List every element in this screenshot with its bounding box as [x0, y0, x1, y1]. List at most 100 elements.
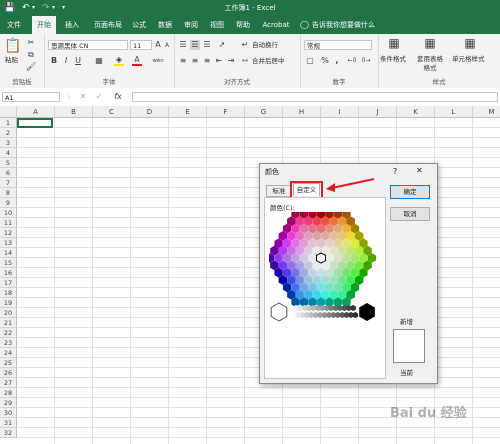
- row-header-1[interactable]: 1: [0, 118, 17, 128]
- align-middle-icon[interactable]: ☰: [190, 40, 200, 50]
- tab-home[interactable]: 开始: [32, 16, 56, 34]
- conditional-format-button[interactable]: 条件格式: [380, 55, 406, 64]
- column-header-a[interactable]: A: [17, 106, 55, 118]
- format-painter-icon[interactable]: 🖌: [26, 62, 36, 72]
- row-header-31[interactable]: 31: [0, 418, 17, 428]
- decrease-indent-icon[interactable]: ⇤: [214, 56, 224, 66]
- white-swatch[interactable]: [270, 302, 288, 322]
- tab-help[interactable]: 帮助: [232, 16, 254, 34]
- font-color-button[interactable]: A: [132, 56, 142, 66]
- merge-center-button[interactable]: 合并后居中: [252, 57, 285, 66]
- conditional-format-icon[interactable]: ▦: [386, 37, 402, 52]
- tab-data[interactable]: 数据: [154, 16, 176, 34]
- row-header-25[interactable]: 25: [0, 358, 17, 368]
- row-header-11[interactable]: 11: [0, 218, 17, 228]
- column-header-m[interactable]: M: [473, 106, 500, 118]
- row-header-10[interactable]: 10: [0, 208, 17, 218]
- row-header-22[interactable]: 22: [0, 328, 17, 338]
- tab-file[interactable]: 文件: [2, 16, 26, 34]
- fill-color-icon[interactable]: ◈: [114, 56, 124, 66]
- row-header-2[interactable]: 2: [0, 128, 17, 138]
- align-bottom-icon[interactable]: ☰: [202, 40, 212, 50]
- tab-formulas[interactable]: 公式: [128, 16, 150, 34]
- tab-standard[interactable]: 标准: [266, 185, 292, 197]
- tab-page-layout[interactable]: 页面布局: [88, 16, 128, 34]
- column-header-h[interactable]: H: [283, 106, 321, 118]
- row-header-21[interactable]: 21: [0, 318, 17, 328]
- row-header-32[interactable]: 32: [0, 428, 17, 438]
- row-header-8[interactable]: 8: [0, 188, 17, 198]
- phonetic-icon[interactable]: wén: [150, 56, 166, 66]
- increase-indent-icon[interactable]: ⇥: [226, 56, 236, 66]
- column-header-k[interactable]: K: [397, 106, 435, 118]
- row-header-3[interactable]: 3: [0, 138, 17, 148]
- grow-font-icon[interactable]: A: [154, 40, 162, 50]
- row-header-4[interactable]: 4: [0, 148, 17, 158]
- merge-icon[interactable]: ⇿: [240, 56, 250, 66]
- formula-input[interactable]: [132, 92, 498, 102]
- grayscale-swatches[interactable]: [269, 300, 383, 324]
- borders-icon[interactable]: ▦: [94, 56, 104, 66]
- font-name-select[interactable]: 思源黑体 CN: [48, 40, 128, 50]
- row-header-6[interactable]: 6: [0, 168, 17, 178]
- align-left-icon[interactable]: ≡: [178, 56, 188, 66]
- column-header-l[interactable]: L: [435, 106, 473, 118]
- tab-review[interactable]: 审阅: [180, 16, 202, 34]
- column-header-b[interactable]: B: [55, 106, 93, 118]
- wrap-text-icon[interactable]: ↵: [240, 40, 250, 50]
- paste-button[interactable]: 粘贴: [5, 56, 18, 65]
- column-header-g[interactable]: G: [245, 106, 283, 118]
- row-header-16[interactable]: 16: [0, 268, 17, 278]
- underline-button[interactable]: U: [74, 56, 82, 66]
- help-button[interactable]: ?: [393, 167, 397, 176]
- format-as-table-icon[interactable]: ▦: [422, 37, 438, 52]
- percent-button[interactable]: %: [320, 56, 330, 66]
- align-center-icon[interactable]: ≡: [190, 56, 200, 66]
- row-header-27[interactable]: 27: [0, 378, 17, 388]
- color-honeycomb[interactable]: [269, 212, 383, 308]
- italic-button[interactable]: I: [62, 56, 70, 66]
- row-header-30[interactable]: 30: [0, 408, 17, 418]
- select-all-corner[interactable]: [0, 106, 17, 118]
- tell-me-search[interactable]: 告诉我你想要做什么: [312, 20, 375, 30]
- font-size-select[interactable]: 11: [130, 40, 152, 50]
- row-header-28[interactable]: 28: [0, 388, 17, 398]
- name-box[interactable]: A1: [2, 92, 60, 102]
- row-header-26[interactable]: 26: [0, 368, 17, 378]
- row-header-5[interactable]: 5: [0, 158, 17, 168]
- wrap-text-button[interactable]: 自动换行: [252, 41, 278, 50]
- enter-icon[interactable]: ✓: [94, 92, 104, 102]
- paste-icon[interactable]: 📋: [4, 38, 21, 54]
- row-header-19[interactable]: 19: [0, 298, 17, 308]
- column-header-i[interactable]: I: [321, 106, 359, 118]
- row-header-7[interactable]: 7: [0, 178, 17, 188]
- gray-swatch[interactable]: [352, 311, 359, 319]
- row-header-23[interactable]: 23: [0, 338, 17, 348]
- format-as-table-button[interactable]: 套用表格格式: [414, 55, 446, 73]
- shrink-font-icon[interactable]: A: [163, 41, 171, 51]
- tab-insert[interactable]: 插入: [60, 16, 84, 34]
- bold-button[interactable]: B: [50, 56, 58, 66]
- active-cell-a1[interactable]: [17, 118, 53, 128]
- column-header-e[interactable]: E: [169, 106, 207, 118]
- cut-icon[interactable]: ✂: [26, 38, 36, 48]
- row-header-14[interactable]: 14: [0, 248, 17, 258]
- ok-button[interactable]: 确定: [390, 185, 430, 199]
- cell-styles-icon[interactable]: ▦: [462, 37, 478, 52]
- number-format-select[interactable]: 常规: [304, 40, 372, 50]
- tab-acrobat[interactable]: Acrobat: [260, 16, 292, 34]
- comma-button[interactable]: ,: [332, 56, 342, 66]
- column-header-c[interactable]: C: [93, 106, 131, 118]
- accounting-format-icon[interactable]: ▢: [304, 56, 316, 66]
- copy-icon[interactable]: ⧉: [26, 50, 36, 60]
- close-button[interactable]: ✕: [416, 166, 423, 175]
- decrease-decimal-icon[interactable]: 0→: [360, 56, 372, 66]
- row-header-13[interactable]: 13: [0, 238, 17, 248]
- cancel-button[interactable]: 取消: [390, 207, 430, 221]
- row-header-29[interactable]: 29: [0, 398, 17, 408]
- cell-styles-button[interactable]: 单元格样式: [452, 55, 485, 64]
- row-header-9[interactable]: 9: [0, 198, 17, 208]
- row-header-17[interactable]: 17: [0, 278, 17, 288]
- row-header-12[interactable]: 12: [0, 228, 17, 238]
- row-header-20[interactable]: 20: [0, 308, 17, 318]
